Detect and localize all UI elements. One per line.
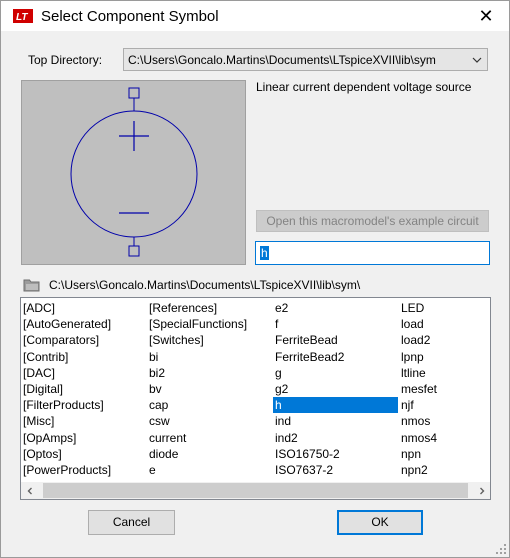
list-item[interactable]: load2 [399,332,490,348]
chevron-down-icon [472,54,482,64]
list-item[interactable]: current [147,430,272,446]
list-item[interactable]: diode [147,446,272,462]
top-directory-label: Top Directory: [28,53,103,67]
list-item[interactable]: [OpAmps] [21,430,146,446]
top-directory-select[interactable]: C:\Users\Goncalo.Martins\Documents\LTspi… [123,48,488,71]
file-list-column-3: e2 f FerriteBead FerriteBead2 g g2 h ind ind2 ISO… [273,300,398,478]
symbol-preview [21,80,246,265]
list-item[interactable]: csw [147,413,272,429]
list-item[interactable]: bi [147,349,272,365]
list-item[interactable]: cap [147,397,272,413]
list-item[interactable]: e [147,462,272,478]
close-button[interactable]: ✕ [463,1,509,31]
list-item[interactable]: FerriteBead2 [273,349,398,365]
list-item[interactable]: [PowerProducts] [21,462,146,478]
list-item[interactable]: lpnp [399,349,490,365]
resize-grip-icon[interactable] [495,543,507,555]
symbol-description: Linear current dependent voltage source [256,80,472,94]
list-item[interactable]: [SpecialFunctions] [147,316,272,332]
window-title: Select Component Symbol [41,8,219,25]
list-item[interactable]: nmos4 [399,430,490,446]
search-input[interactable]: h [255,241,490,265]
list-item[interactable]: LED [399,300,490,316]
list-item[interactable]: ltline [399,365,490,381]
list-item[interactable]: [ADC] [21,300,146,316]
horizontal-scrollbar[interactable] [21,482,490,499]
list-item[interactable]: npn2 [399,462,490,478]
list-item[interactable]: f [273,316,398,332]
list-item[interactable]: e2 [273,300,398,316]
voltage-source-symbol [70,87,198,257]
list-item[interactable]: bv [147,381,272,397]
list-item[interactable]: FerriteBead [273,332,398,348]
file-list-column-4: LED load load2 lpnp ltline mesfet njf nmos nmos4… [399,300,490,478]
scrollbar-thumb[interactable] [43,483,468,498]
list-item[interactable]: [Comparators] [21,332,146,348]
scroll-right-arrow-icon[interactable] [473,482,490,499]
file-list[interactable]: [ADC] [AutoGenerated] [Comparators] [Contri… [20,297,491,500]
top-directory-value: C:\Users\Goncalo.Martins\Documents\LTspi… [128,53,436,67]
current-path: C:\Users\Goncalo.Martins\Documents\LTspi… [49,278,361,292]
list-item[interactable]: bi2 [147,365,272,381]
list-item[interactable]: [References] [147,300,272,316]
list-item[interactable]: ISO7637-2 [273,462,398,478]
list-item[interactable]: [Switches] [147,332,272,348]
list-item[interactable]: g [273,365,398,381]
list-item[interactable]: [FilterProducts] [21,397,146,413]
list-item[interactable]: g2 [273,381,398,397]
open-example-circuit-button[interactable]: Open this macromodel's example circuit [256,210,489,232]
ok-button[interactable]: OK [337,510,423,535]
list-item[interactable]: nmos [399,413,490,429]
ltspice-logo-icon: LT [13,9,33,23]
scroll-left-arrow-icon[interactable] [21,482,38,499]
list-item[interactable]: njf [399,397,490,413]
list-item[interactable]: [Contrib] [21,349,146,365]
file-list-column-1: [ADC] [AutoGenerated] [Comparators] [Contri… [21,300,146,478]
list-item[interactable]: load [399,316,490,332]
list-item[interactable]: [Optos] [21,446,146,462]
list-item[interactable]: [AutoGenerated] [21,316,146,332]
list-item[interactable]: ind2 [273,430,398,446]
list-item[interactable]: ISO16750-2 [273,446,398,462]
list-item[interactable]: h [273,397,398,414]
list-item[interactable]: [DAC] [21,365,146,381]
cancel-button[interactable]: Cancel [88,510,175,535]
list-item[interactable]: [Digital] [21,381,146,397]
list-item[interactable]: mesfet [399,381,490,397]
title-bar: LT Select Component Symbol ✕ [1,1,509,31]
list-item[interactable]: ind [273,413,398,429]
svg-text:LT: LT [16,12,28,23]
list-item[interactable]: npn [399,446,490,462]
file-list-column-2: [References] [SpecialFunctions] [Switches]… [147,300,272,478]
folder-icon [23,278,41,292]
list-item[interactable]: [Misc] [21,413,146,429]
search-input-value: h [260,246,269,260]
close-icon: ✕ [478,5,494,26]
dialog-window: LT Select Component Symbol ✕ Top Directo… [0,0,510,558]
